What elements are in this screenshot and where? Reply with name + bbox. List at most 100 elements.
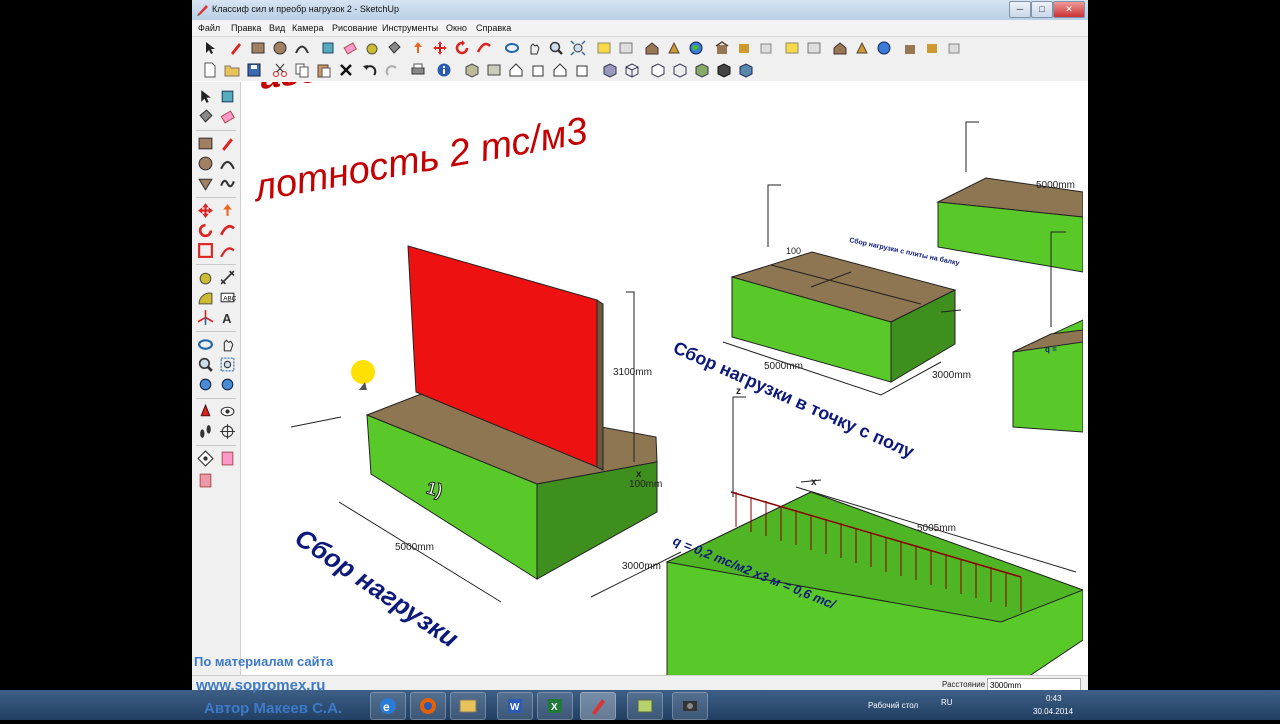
pan-tool-icon[interactable]	[219, 336, 236, 353]
get-models-icon[interactable]	[736, 40, 752, 56]
circle-tool-icon[interactable]	[197, 155, 214, 172]
redo-icon[interactable]	[384, 62, 400, 78]
monochrome-icon[interactable]	[716, 62, 732, 78]
3d-text-tool-icon[interactable]: A	[219, 309, 236, 326]
scale-tool-icon[interactable]	[197, 242, 214, 259]
minimize-button[interactable]: ─	[1009, 1, 1031, 18]
section-plane-icon[interactable]	[596, 40, 612, 56]
section-plane-2-icon[interactable]	[784, 40, 800, 56]
model-info-icon[interactable]	[436, 62, 452, 78]
eraser-icon[interactable]	[342, 40, 358, 56]
tape-measure-icon[interactable]	[364, 40, 380, 56]
rectangle-icon[interactable]	[250, 40, 266, 56]
hidden-line-icon[interactable]	[650, 62, 666, 78]
maximize-button[interactable]: □	[1031, 1, 1053, 18]
menu-file[interactable]: Файл	[198, 23, 220, 33]
firefox-taskbar-button[interactable]	[410, 692, 446, 720]
walk-tool-icon[interactable]	[197, 423, 214, 440]
make-component-icon[interactable]	[320, 40, 336, 56]
new-file-icon[interactable]	[202, 62, 218, 78]
zoom-extents-icon[interactable]	[570, 40, 586, 56]
arc-tool-icon[interactable]	[219, 155, 236, 172]
arc-icon[interactable]	[294, 40, 310, 56]
menu-help[interactable]: Справка	[476, 23, 511, 33]
move-tool-icon[interactable]	[197, 202, 214, 219]
material-tool-icon[interactable]	[197, 472, 214, 489]
move-icon[interactable]	[432, 40, 448, 56]
dimension-tool-icon[interactable]	[219, 269, 236, 286]
pushpull-tool-icon[interactable]	[219, 202, 236, 219]
zoom-tool-icon[interactable]	[197, 356, 214, 373]
desktop-label[interactable]: Рабочий стол	[868, 701, 918, 710]
menu-window[interactable]: Окно	[446, 23, 467, 33]
building-icon[interactable]	[714, 40, 730, 56]
open-file-icon[interactable]	[224, 62, 240, 78]
pan-icon[interactable]	[526, 40, 542, 56]
followme-tool-icon[interactable]	[219, 222, 236, 239]
excel-taskbar-button[interactable]: X	[537, 692, 573, 720]
cut-icon[interactable]	[272, 62, 288, 78]
menu-camera[interactable]: Камера	[292, 23, 323, 33]
rect-tool-icon[interactable]	[197, 135, 214, 152]
print-icon[interactable]	[410, 62, 426, 78]
rotate-tool-icon[interactable]	[197, 222, 214, 239]
menu-draw[interactable]: Рисование	[332, 23, 377, 33]
warehouse-icon[interactable]	[644, 40, 660, 56]
app-taskbar-button[interactable]	[627, 692, 663, 720]
shaded-textures-icon[interactable]	[694, 62, 710, 78]
copy-icon[interactable]	[294, 62, 310, 78]
box-4[interactable]	[1012, 319, 1083, 433]
select-icon[interactable]	[202, 40, 218, 56]
left-view-icon[interactable]	[574, 62, 590, 78]
zoom-icon[interactable]	[548, 40, 564, 56]
text-tool-icon[interactable]: ABC	[219, 289, 236, 306]
menu-edit[interactable]: Правка	[231, 23, 261, 33]
component-tool-icon[interactable]	[219, 88, 236, 105]
prev-view-tool-icon[interactable]	[197, 376, 214, 393]
explorer-taskbar-button[interactable]	[450, 692, 486, 720]
back-view-icon[interactable]	[552, 62, 568, 78]
axes-tool-icon[interactable]	[197, 309, 214, 326]
share-model-icon[interactable]	[666, 40, 682, 56]
paint-bucket-icon[interactable]	[386, 40, 402, 56]
next-view-tool-icon[interactable]	[219, 376, 236, 393]
shaded-icon[interactable]	[672, 62, 688, 78]
zoom-window-tool-icon[interactable]	[219, 356, 236, 373]
xray-icon[interactable]	[602, 62, 618, 78]
ie-taskbar-button[interactable]: e	[370, 692, 406, 720]
sketchup-taskbar-button[interactable]	[580, 692, 616, 720]
follow-me-icon[interactable]	[476, 40, 492, 56]
wireframe-icon[interactable]	[624, 62, 640, 78]
paste-icon[interactable]	[316, 62, 332, 78]
paint-tool-icon[interactable]	[197, 108, 214, 125]
look-around-tool-icon[interactable]	[219, 403, 236, 420]
sandbox-tool-icon[interactable]	[197, 450, 214, 467]
undo-icon[interactable]	[362, 62, 378, 78]
warehouse-2-icon[interactable]	[832, 40, 848, 56]
orbit-tool-icon[interactable]	[197, 336, 214, 353]
get-models-2-icon[interactable]	[924, 40, 940, 56]
3d-viewport[interactable]: азоба лотность 2 тс/м3 1) 5000mm 3000mm	[241, 82, 1083, 695]
box-3[interactable]	[936, 177, 1083, 273]
polygon-tool-icon[interactable]	[197, 175, 214, 192]
pencil-icon[interactable]	[228, 40, 244, 56]
box-1[interactable]	[365, 245, 658, 580]
view-extra-icon[interactable]	[738, 62, 754, 78]
orbit-icon[interactable]	[504, 40, 520, 56]
google-earth-icon[interactable]	[688, 40, 704, 56]
circle-icon[interactable]	[272, 40, 288, 56]
style-tool-icon[interactable]	[219, 450, 236, 467]
iso-view-icon[interactable]	[464, 62, 480, 78]
offset-tool-icon[interactable]	[219, 242, 236, 259]
position-camera-tool-icon[interactable]	[197, 403, 214, 420]
top-view-icon[interactable]	[486, 62, 502, 78]
section-tool-icon[interactable]	[219, 423, 236, 440]
freehand-tool-icon[interactable]	[219, 175, 236, 192]
right-view-icon[interactable]	[530, 62, 546, 78]
save-icon[interactable]	[246, 62, 262, 78]
tape-tool-icon[interactable]	[197, 269, 214, 286]
word-taskbar-button[interactable]: W	[497, 692, 533, 720]
push-pull-icon[interactable]	[410, 40, 426, 56]
menu-tools[interactable]: Инструменты	[382, 23, 438, 33]
section-display-icon[interactable]	[618, 40, 634, 56]
